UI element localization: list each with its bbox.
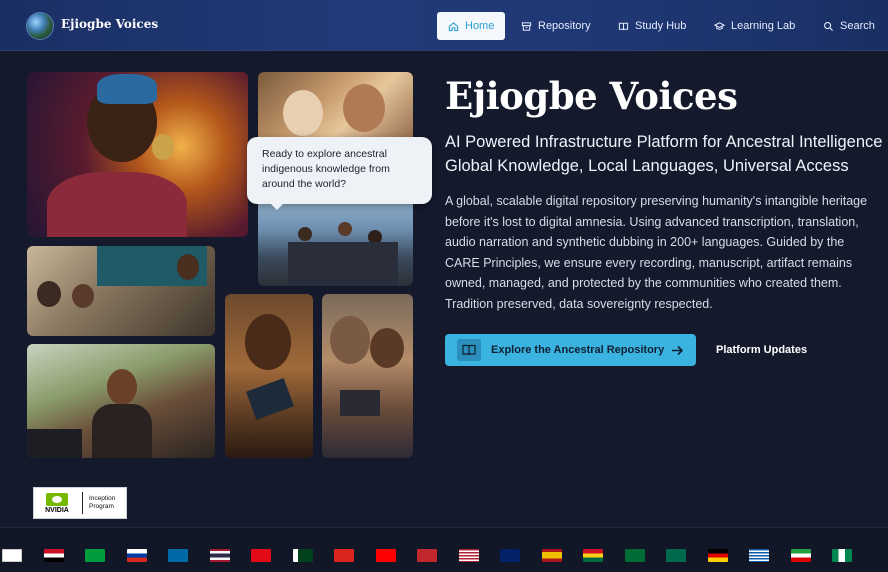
flag-usa-icon[interactable] (458, 549, 479, 562)
inception-program-text: Inception Program (89, 495, 115, 511)
badge-divider (82, 492, 83, 514)
nav-repository-label: Repository (538, 20, 591, 32)
flag-ghana-icon[interactable] (583, 549, 603, 562)
nav-study-hub[interactable]: Study Hub (607, 12, 697, 40)
chat-bubble-tail (270, 203, 284, 210)
flag-egypt-icon[interactable] (43, 549, 64, 562)
flag-germany-icon[interactable] (707, 549, 728, 562)
laptop-cafe-photo (27, 344, 215, 458)
flag-greece-icon[interactable] (749, 549, 769, 562)
grandmother-tablet-photo (322, 294, 413, 458)
brand-name[interactable]: Ejiogbe Voices (61, 17, 158, 31)
nav-search-label: Search (840, 20, 875, 32)
nav-learning-lab-label: Learning Lab (731, 20, 796, 32)
flag-south-korea-icon[interactable] (2, 549, 22, 562)
home-icon (448, 21, 459, 31)
hero-subtitle: AI Powered Infrastructure Platform for A… (445, 130, 888, 178)
nvidia-wordmark: NVIDIA (45, 506, 69, 514)
explore-repository-label: Explore the Ancestral Repository (491, 344, 665, 356)
top-nav: Ejiogbe Voices Home Repository Study Hub… (0, 0, 888, 51)
explore-repository-button[interactable]: Explore the Ancestral Repository (445, 334, 696, 366)
platform-updates-link[interactable]: Platform Updates (716, 344, 807, 356)
arrow-right-icon (671, 345, 684, 356)
nvidia-eye-icon (46, 492, 68, 506)
flag-russia-icon[interactable] (126, 549, 147, 562)
open-book-icon (457, 339, 481, 361)
graduation-cap-icon (714, 21, 725, 30)
hero-subtitle-line-1: AI Powered Infrastructure Platform for A… (445, 133, 883, 151)
flag-turkey-icon[interactable] (251, 549, 271, 562)
book-icon (618, 22, 629, 30)
nav-study-hub-label: Study Hub (635, 20, 687, 32)
elder-singer-photo (27, 72, 248, 237)
flag-nigeria-icon[interactable] (832, 549, 852, 562)
flag-taiwan-icon[interactable] (375, 549, 396, 562)
chat-bubble: Ready to explore ancestral indigenous kn… (247, 137, 432, 204)
hero-subtitle-line-2: Global Knowledge, Local Languages, Unive… (445, 157, 849, 175)
flag-brazil-icon[interactable] (85, 549, 105, 562)
tablet-closeup-photo (225, 294, 313, 458)
flag-morocco-icon[interactable] (417, 549, 437, 562)
page-title: Ejiogbe Voices (445, 74, 738, 118)
nav-learning-lab[interactable]: Learning Lab (703, 12, 806, 40)
nav-repository[interactable]: Repository (510, 12, 602, 40)
presentation-photo (27, 246, 215, 336)
flag-pakistan-icon[interactable] (292, 549, 313, 562)
nav-home-label: Home (465, 20, 495, 32)
globe-logo-icon[interactable] (27, 13, 53, 39)
search-icon (824, 21, 834, 31)
nav-search[interactable]: Search (812, 12, 886, 40)
archive-icon (521, 21, 532, 31)
nvidia-logo: NVIDIA (37, 489, 77, 517)
nav-home[interactable]: Home (437, 12, 506, 40)
flag-saudi-arabia-icon[interactable] (624, 549, 645, 562)
program-line: Program (89, 503, 114, 510)
nvidia-inception-badge[interactable]: NVIDIA Inception Program (33, 487, 127, 519)
flag-bangladesh-icon[interactable] (666, 549, 686, 562)
flag-sweden-icon[interactable] (168, 549, 188, 562)
flag-iran-icon[interactable] (790, 549, 811, 562)
flag-vietnam-icon[interactable] (334, 549, 354, 562)
inception-line: Inception (89, 495, 116, 502)
flag-spain-icon[interactable] (541, 549, 562, 562)
flag-uk-icon[interactable] (500, 549, 520, 562)
flag-thailand-icon[interactable] (209, 549, 230, 562)
hero-description: A global, scalable digital repository pr… (445, 194, 868, 311)
